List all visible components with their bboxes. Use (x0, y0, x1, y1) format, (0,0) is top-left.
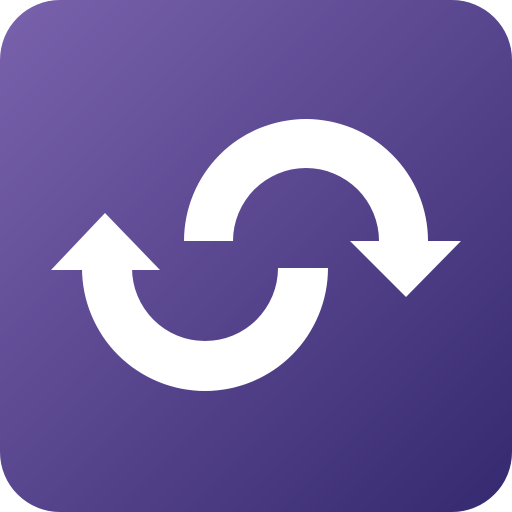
app-icon-graphic (0, 0, 512, 512)
app-icon[interactable] (0, 0, 512, 512)
